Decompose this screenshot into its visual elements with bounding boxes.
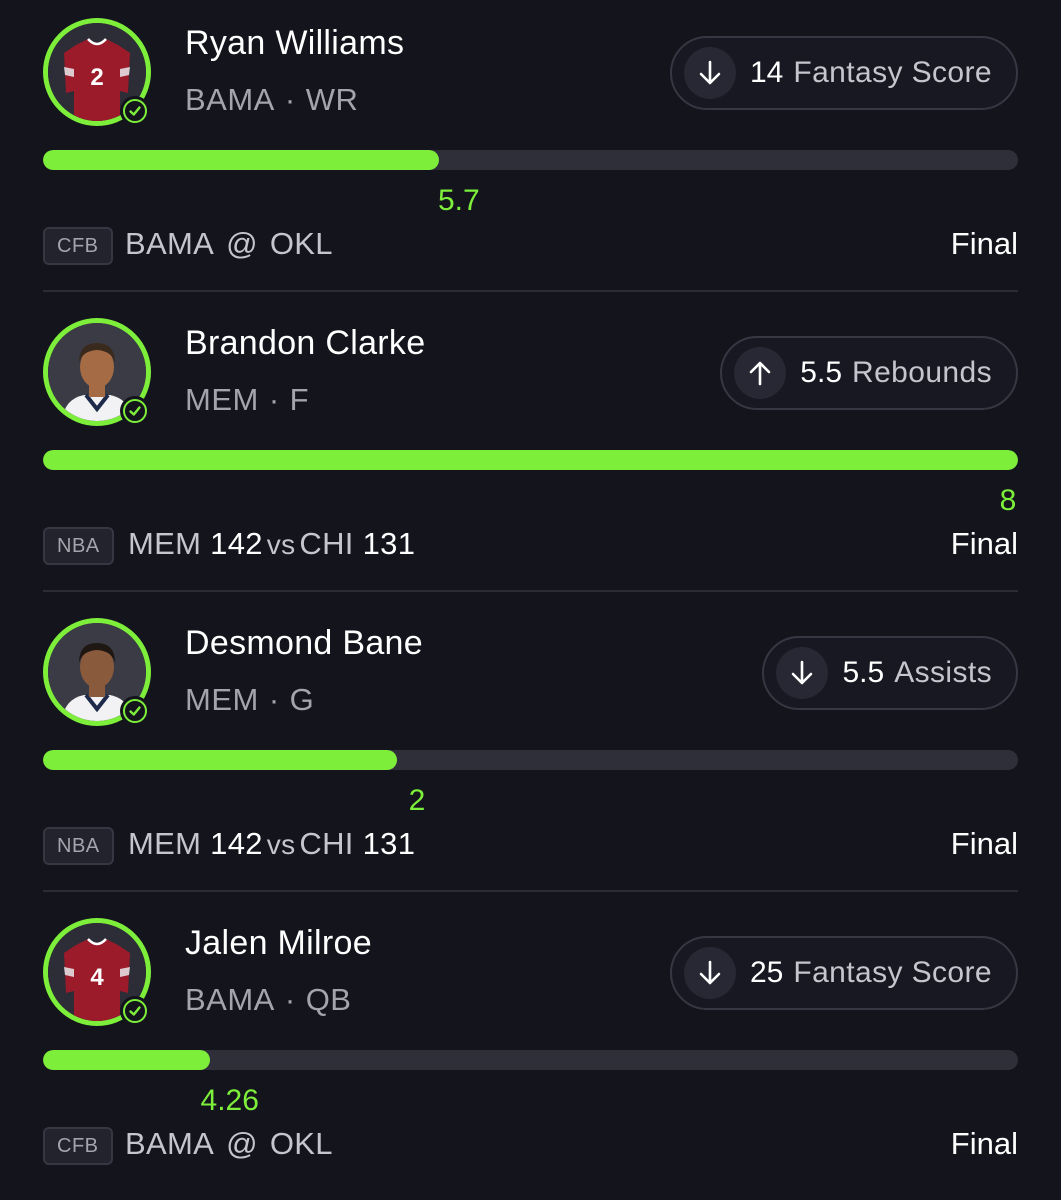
away-score: 142 — [210, 526, 263, 561]
game-status: Final — [950, 826, 1018, 861]
matchup: MEM 142 vs CHI 131 — [128, 826, 415, 862]
projection-pill[interactable]: 25 Fantasy Score — [670, 936, 1018, 1010]
arrow-down-icon — [684, 47, 736, 99]
away-team: MEM — [128, 526, 202, 561]
team-abbr: BAMA — [185, 82, 275, 117]
progress-fill — [43, 450, 1018, 470]
home-score: 131 — [362, 526, 416, 561]
home-team: CHI — [299, 826, 354, 861]
projection-pill[interactable]: 5.5 Rebounds — [720, 336, 1018, 410]
player-position: WR — [305, 82, 359, 117]
projection-line: 5.5 — [800, 356, 843, 389]
projection-line: 5.5 — [842, 656, 885, 689]
game-status: Final — [950, 226, 1018, 261]
league-badge: NBA — [43, 827, 114, 865]
progress-fill — [43, 150, 439, 170]
pick-card[interactable]: Brandon Clarke MEM · F 5.5 Rebounds 8 NBA MEM 14… — [0, 300, 1061, 600]
matchup: MEM 142 vs CHI 131 — [128, 526, 415, 562]
player-position: QB — [305, 982, 352, 1017]
card-divider — [43, 290, 1018, 292]
player-name[interactable]: Desmond Bane — [185, 624, 423, 663]
projection-pill[interactable]: 14 Fantasy Score — [670, 36, 1018, 110]
player-meta: MEM · G — [185, 682, 314, 718]
progress-track — [43, 750, 1018, 770]
league-badge: CFB — [43, 1127, 113, 1165]
home-score: 131 — [362, 826, 416, 861]
pick-card[interactable]: 4 Jalen Milroe BAMA · QB 25 Fantasy Score 4.26 C… — [0, 900, 1061, 1200]
game-status: Final — [950, 1126, 1018, 1161]
checkmark-icon — [120, 696, 150, 726]
player-name[interactable]: Brandon Clarke — [185, 324, 425, 363]
pick-card[interactable]: Desmond Bane MEM · G 5.5 Assists 2 NBA MEM 142 vs… — [0, 600, 1061, 900]
player-meta: BAMA · WR — [185, 82, 358, 118]
pick-card[interactable]: 2 Ryan Williams BAMA · WR 14 Fantasy Score 5.7 C… — [0, 0, 1061, 300]
player-position: G — [289, 682, 315, 717]
matchup-separator: vs — [266, 829, 296, 860]
matchup: BAMA @ OKL — [125, 1126, 333, 1162]
league-badge: NBA — [43, 527, 114, 565]
jersey-number: 2 — [90, 64, 103, 91]
progress-track — [43, 1050, 1018, 1070]
player-position: F — [289, 382, 310, 417]
matchup: BAMA @ OKL — [125, 226, 333, 262]
progress-track — [43, 150, 1018, 170]
progress-fill — [43, 1050, 210, 1070]
matchup-separator: @ — [226, 1126, 258, 1161]
away-team: BAMA — [125, 1126, 215, 1161]
team-abbr: MEM — [185, 382, 259, 417]
stat-type: Assists — [894, 656, 992, 689]
progress-track — [43, 450, 1018, 470]
stat-type: Rebounds — [852, 356, 992, 389]
actual-value: 4.26 — [200, 1084, 259, 1117]
away-team: MEM — [128, 826, 202, 861]
actual-value: 2 — [408, 784, 426, 817]
game-status: Final — [950, 526, 1018, 561]
card-divider — [43, 590, 1018, 592]
actual-value: 5.7 — [437, 184, 480, 217]
checkmark-icon — [120, 96, 150, 126]
home-team: OKL — [269, 226, 333, 261]
player-name[interactable]: Ryan Williams — [185, 24, 404, 63]
separator-dot: · — [268, 682, 280, 717]
player-name[interactable]: Jalen Milroe — [185, 924, 372, 963]
projection-pill[interactable]: 5.5 Assists — [762, 636, 1018, 710]
matchup-separator: @ — [226, 226, 258, 261]
checkmark-icon — [120, 996, 150, 1026]
home-team: CHI — [299, 526, 354, 561]
actual-value: 8 — [999, 484, 1017, 517]
projection-line: 14 — [750, 56, 784, 89]
stat-type: Fantasy Score — [793, 56, 992, 89]
league-badge: CFB — [43, 227, 113, 265]
away-team: BAMA — [125, 226, 215, 261]
arrow-down-icon — [776, 647, 829, 699]
projection-line: 25 — [750, 956, 784, 989]
separator-dot: · — [284, 82, 296, 117]
picks-list: 2 Ryan Williams BAMA · WR 14 Fantasy Score 5.7 C… — [0, 0, 1061, 1200]
arrow-up-icon — [734, 347, 787, 399]
matchup-separator: vs — [266, 529, 296, 560]
separator-dot: · — [268, 382, 280, 417]
arrow-down-icon — [684, 947, 736, 999]
player-meta: BAMA · QB — [185, 982, 351, 1018]
away-score: 142 — [210, 826, 263, 861]
jersey-number: 4 — [90, 964, 104, 991]
card-divider — [43, 890, 1018, 892]
progress-fill — [43, 750, 397, 770]
home-team: OKL — [269, 1126, 333, 1161]
stat-type: Fantasy Score — [793, 956, 992, 989]
team-abbr: BAMA — [185, 982, 275, 1017]
separator-dot: · — [284, 982, 296, 1017]
checkmark-icon — [120, 396, 150, 426]
player-meta: MEM · F — [185, 382, 309, 418]
team-abbr: MEM — [185, 682, 259, 717]
